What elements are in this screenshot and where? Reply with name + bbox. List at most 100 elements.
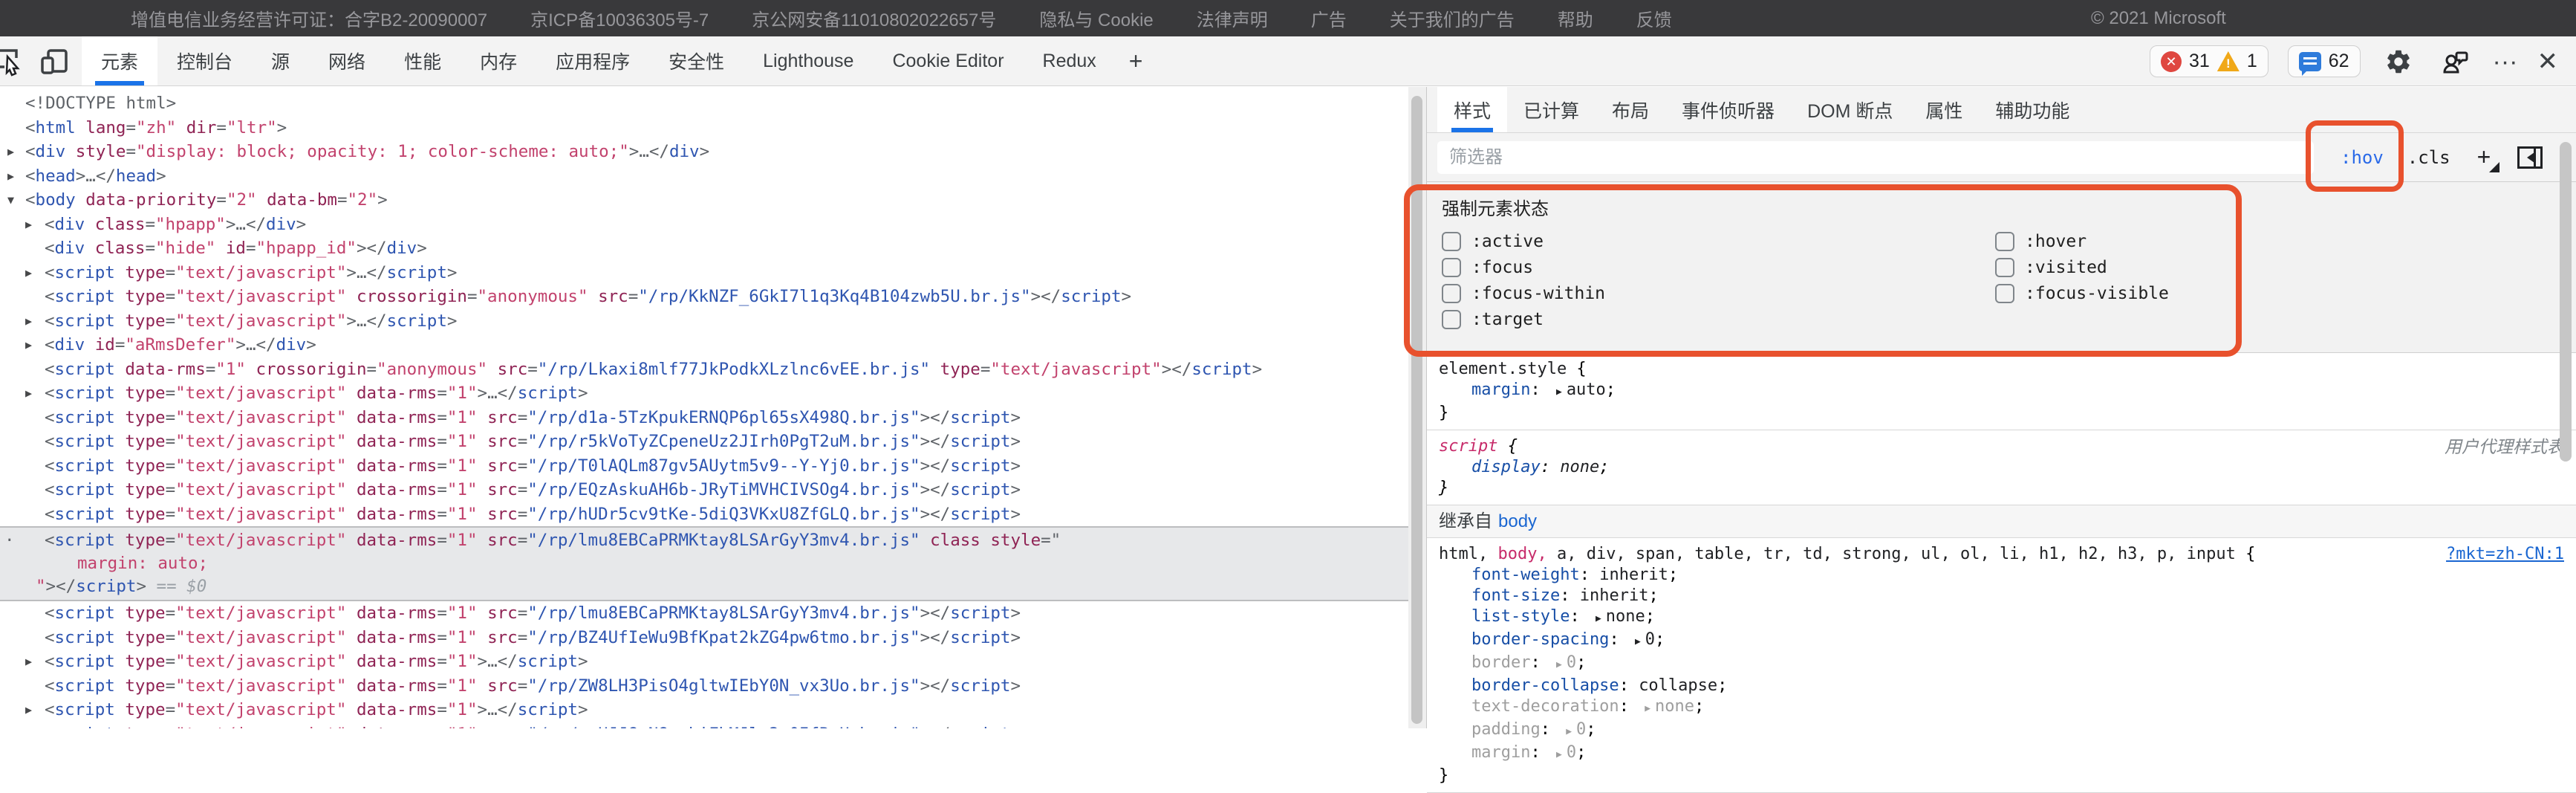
selected-dom-node[interactable]: ·<script type="text/javascript" data-rms…	[0, 526, 1408, 601]
force-state-visited[interactable]: :visited	[1995, 258, 2576, 277]
devtools-tab-网络[interactable]: 网络	[309, 36, 385, 85]
footer-link[interactable]: 法律声明	[1197, 5, 1268, 31]
scrollbar-thumb[interactable]	[2560, 142, 2572, 462]
expand-shorthand-icon[interactable]: ▶	[1556, 749, 1562, 760]
expand-icon[interactable]: ▶	[25, 650, 32, 674]
inherited-body-link[interactable]: body	[1498, 511, 1537, 531]
messages-badge[interactable]: 62	[2288, 45, 2361, 77]
dom-tree-row[interactable]: <script type="text/javascript" data-rms=…	[0, 406, 1408, 430]
dom-tree-row[interactable]: <script type="text/javascript" data-rms=…	[0, 722, 1408, 729]
new-style-rule-button[interactable]: +	[2470, 143, 2499, 171]
dom-tree-row[interactable]: <html lang="zh" dir="ltr">	[0, 116, 1408, 140]
devtools-tab-控制台[interactable]: 控制台	[157, 36, 252, 85]
footer-link[interactable]: 隐私与 Cookie	[1039, 5, 1153, 31]
dom-tree-row[interactable]: <script type="text/javascript" data-rms=…	[0, 430, 1408, 454]
dom-tree-row[interactable]: ▶<script type="text/javascript" data-rms…	[0, 381, 1408, 406]
css-property-border-collapse[interactable]: border-collapse: collapse;	[1439, 676, 2564, 696]
dom-tree-scrollbar[interactable]	[1408, 87, 1426, 728]
expand-shorthand-icon[interactable]: ▶	[1556, 659, 1562, 670]
expand-shorthand-icon[interactable]: ▶	[1596, 613, 1601, 624]
footer-link[interactable]: 京公网安备11010802022657号	[752, 5, 996, 31]
css-property-font-weight[interactable]: font-weight: inherit;	[1439, 565, 2564, 586]
more-tabs-button[interactable]: +	[1116, 36, 1157, 85]
dom-tree-row[interactable]: <script type="text/javascript" crossorig…	[0, 285, 1408, 309]
expand-icon[interactable]: ▶	[7, 140, 14, 164]
css-selector[interactable]: element.style {	[1439, 359, 2564, 380]
expand-icon[interactable]: ▶	[25, 381, 32, 406]
css-property-border-spacing[interactable]: border-spacing: ▶0;	[1439, 629, 2564, 653]
element-classes-button[interactable]: .cls	[2403, 141, 2455, 174]
css-property-margin[interactable]: margin: ▶0;	[1439, 742, 2564, 766]
checkbox[interactable]	[1995, 284, 2014, 303]
expand-icon[interactable]: ▶	[25, 213, 32, 237]
feedback-icon[interactable]	[2436, 45, 2473, 78]
css-selector[interactable]: ?mkt=zh-CN:1html, body, a, div, span, ta…	[1439, 544, 2564, 565]
styles-tab-布局[interactable]: 布局	[1596, 87, 1665, 132]
dom-tree-row[interactable]: ▶<head>…</head>	[0, 164, 1408, 189]
styles-tab-事件侦听器[interactable]: 事件侦听器	[1665, 87, 1791, 132]
devtools-tab-内存[interactable]: 内存	[461, 36, 536, 85]
dom-tree-row[interactable]: <script type="text/javascript" data-rms=…	[0, 454, 1408, 479]
close-devtools-icon[interactable]: ✕	[2537, 49, 2559, 74]
footer-link[interactable]: 帮助	[1558, 5, 1593, 31]
force-state-target[interactable]: :target	[1442, 310, 1995, 329]
devtools-tab-元素[interactable]: 元素	[82, 36, 157, 85]
settings-gear-icon[interactable]	[2380, 45, 2417, 78]
inspect-element-icon[interactable]	[0, 45, 25, 77]
styles-tab-已计算[interactable]: 已计算	[1507, 87, 1596, 132]
dom-tree-row[interactable]: <script data-rms="1" crossorigin="anonym…	[0, 357, 1408, 382]
devtools-tab-Lighthouse[interactable]: Lighthouse	[744, 36, 873, 85]
devtools-tab-源[interactable]: 源	[252, 36, 309, 85]
footer-link[interactable]: 广告	[1311, 5, 1347, 31]
devtools-tab-Cookie Editor[interactable]: Cookie Editor	[873, 36, 1023, 85]
css-property-margin[interactable]: margin: ▶auto;	[1439, 380, 2564, 403]
issues-badge[interactable]: ✕ 31 ! 1	[2150, 45, 2268, 77]
dom-tree-row[interactable]: <script type="text/javascript" data-rms=…	[0, 502, 1408, 527]
dom-tree-row[interactable]: <div class="hide" id="hpapp_id"></div>	[0, 236, 1408, 261]
styles-tab-DOM 断点[interactable]: DOM 断点	[1791, 87, 1909, 132]
expand-shorthand-icon[interactable]: ▶	[1645, 703, 1650, 714]
styles-tab-辅助功能[interactable]: 辅助功能	[1979, 87, 2086, 132]
css-property-display[interactable]: display: none;	[1439, 457, 2564, 478]
styles-tab-属性[interactable]: 属性	[1909, 87, 1979, 132]
toggle-element-state-button[interactable]: :hov	[2333, 141, 2391, 174]
dom-tree-row[interactable]: ▶<script type="text/javascript">…</scrip…	[0, 261, 1408, 285]
checkbox[interactable]	[1995, 232, 2014, 251]
dom-tree-row[interactable]: <script type="text/javascript" data-rms=…	[0, 478, 1408, 502]
expand-icon[interactable]: ▶	[25, 261, 32, 285]
css-property-font-size[interactable]: font-size: inherit;	[1439, 586, 2564, 606]
footer-link[interactable]: 增值电信业务经营许可证：合字B2-20090007	[131, 5, 487, 31]
styles-scrollbar[interactable]	[2560, 142, 2575, 462]
checkbox[interactable]	[1442, 232, 1461, 251]
dom-tree-row[interactable]: ▶<div id="aRmsDefer">…</div>	[0, 333, 1408, 357]
devtools-tab-应用程序[interactable]: 应用程序	[536, 36, 649, 85]
dom-tree-row[interactable]: <script type="text/javascript" data-rms=…	[0, 601, 1408, 626]
force-state-focus-within[interactable]: :focus-within	[1442, 284, 1995, 303]
dom-tree-row[interactable]: ▶<script type="text/javascript" data-rms…	[0, 650, 1408, 674]
scrollbar-thumb[interactable]	[1411, 96, 1422, 724]
expand-icon[interactable]: ▶	[25, 309, 32, 334]
expand-icon[interactable]: ▶	[25, 333, 32, 357]
expand-shorthand-icon[interactable]: ▶	[1566, 726, 1572, 737]
collapse-icon[interactable]: ▼	[7, 188, 14, 213]
styles-filter-input[interactable]	[1437, 141, 2314, 174]
force-state-hover[interactable]: :hover	[1995, 232, 2576, 251]
dom-tree-row[interactable]: ▶<script type="text/javascript" data-rms…	[0, 698, 1408, 722]
dom-tree-row[interactable]: ▶<div class="hpapp">…</div>	[0, 213, 1408, 237]
dom-tree-row[interactable]: ▶<div style="display: block; opacity: 1;…	[0, 140, 1408, 164]
css-property-padding[interactable]: padding: ▶0;	[1439, 719, 2564, 742]
css-property-text-decoration[interactable]: text-decoration: ▶none;	[1439, 696, 2564, 719]
force-state-active[interactable]: :active	[1442, 232, 1995, 251]
css-property-list-style[interactable]: list-style: ▶none;	[1439, 606, 2564, 629]
checkbox[interactable]	[1442, 258, 1461, 277]
devtools-tab-性能[interactable]: 性能	[385, 36, 461, 85]
force-state-focus-visible[interactable]: :focus-visible	[1995, 284, 2576, 303]
expand-icon[interactable]: ▶	[7, 164, 14, 189]
styles-tab-样式[interactable]: 样式	[1437, 87, 1507, 132]
force-state-focus[interactable]: :focus	[1442, 258, 1995, 277]
stylesheet-source-link[interactable]: ?mkt=zh-CN:1	[2446, 544, 2564, 565]
more-options-icon[interactable]: ···	[2493, 49, 2518, 74]
expand-shorthand-icon[interactable]: ▶	[1635, 636, 1641, 647]
dom-tree-row[interactable]: <script type="text/javascript" data-rms=…	[0, 674, 1408, 699]
footer-link[interactable]: 关于我们的广告	[1390, 5, 1515, 31]
